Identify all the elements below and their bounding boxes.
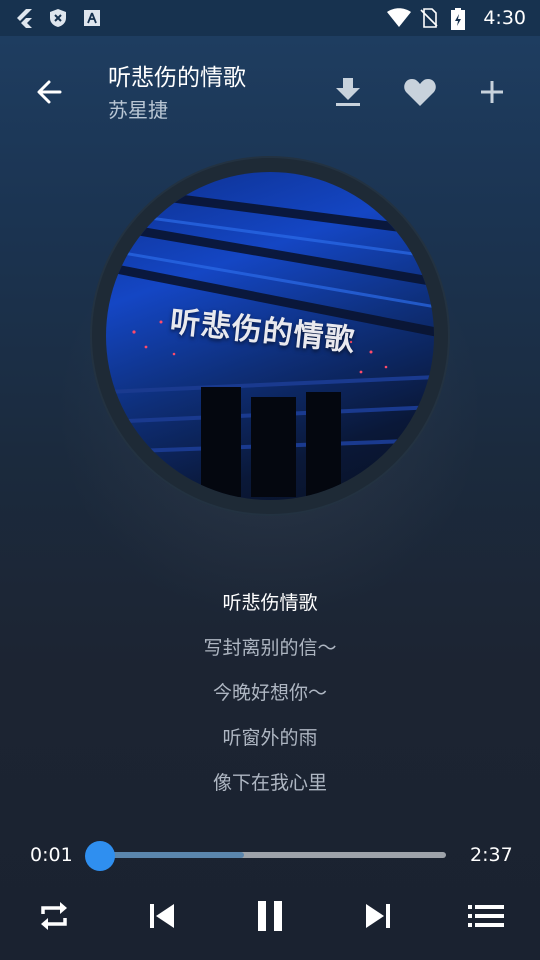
lyrics-panel[interactable]: 听悲伤情歌 写封离别的信～ 今晚好想你～ 听窗外的雨 像下在我心里 — [0, 586, 540, 811]
plus-icon — [481, 81, 503, 103]
like-button[interactable] — [400, 72, 440, 112]
lyric-line-current: 听悲伤情歌 — [222, 592, 318, 614]
total-time: 2:37 — [470, 844, 513, 866]
status-bar: 4:30 — [0, 0, 540, 36]
clock: 4:30 — [483, 7, 526, 29]
add-to-playlist-button[interactable] — [472, 72, 512, 112]
seek-bar-buffered — [98, 852, 245, 858]
android-studio-icon — [82, 8, 102, 28]
seek-thumb[interactable] — [85, 841, 116, 871]
player-header: 听悲伤的情歌 苏星捷 — [0, 36, 540, 146]
playback-controls — [0, 890, 540, 940]
previous-button[interactable] — [140, 894, 184, 938]
lyric-line: 像下在我心里 — [212, 772, 327, 794]
download-icon — [336, 78, 360, 106]
album-cover[interactable]: 听悲伤的情歌 — [106, 172, 434, 500]
pause-button[interactable] — [248, 894, 292, 938]
next-button[interactable] — [356, 894, 400, 938]
previous-icon — [150, 904, 174, 928]
download-button[interactable] — [328, 72, 368, 112]
no-sim-icon — [419, 8, 439, 28]
back-arrow-icon — [37, 80, 62, 104]
artist-name: 苏星捷 — [108, 98, 168, 122]
pause-icon — [258, 901, 282, 931]
heart-icon — [404, 79, 436, 106]
lyric-line: 写封离别的信～ — [203, 637, 337, 659]
wifi-icon — [387, 8, 412, 28]
progress-row: 0:01 2:37 — [0, 836, 540, 876]
song-title: 听悲伤的情歌 — [108, 65, 246, 91]
battery-icon — [451, 8, 471, 30]
repeat-button[interactable] — [32, 894, 76, 938]
current-time: 0:01 — [30, 844, 73, 866]
repeat-icon — [41, 902, 67, 930]
back-button[interactable] — [30, 72, 70, 112]
playlist-icon — [468, 905, 504, 927]
lyric-line: 今晚好想你～ — [212, 682, 327, 704]
shield-icon — [48, 8, 68, 28]
lyric-line: 听窗外的雨 — [222, 727, 318, 749]
playlist-button[interactable] — [464, 894, 508, 938]
flutter-icon — [14, 8, 34, 28]
next-icon — [366, 904, 390, 928]
